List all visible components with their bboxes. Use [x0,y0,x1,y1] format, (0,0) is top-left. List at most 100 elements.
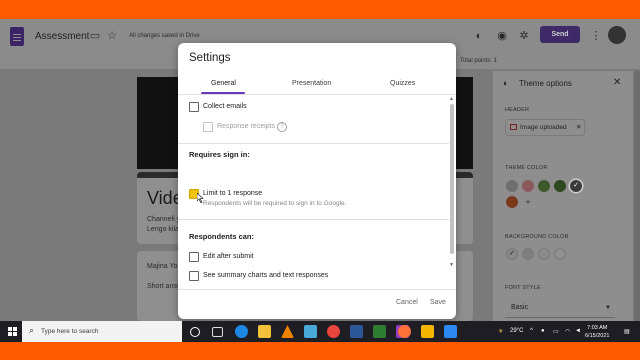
weather-icon[interactable]: ☀ [498,328,503,335]
theme-color-swatch[interactable] [554,180,566,192]
image-icon [510,124,517,130]
settings-gear-icon[interactable]: ✲ [518,30,530,42]
tab-presentation[interactable]: Presentation [292,80,331,87]
font-style-select[interactable]: Basic ▼ [505,298,615,318]
dialog-title: Settings [189,52,231,64]
header-image-chip[interactable]: Image uploaded ✕ [505,119,585,136]
preview-eye-icon[interactable]: ◉ [496,30,508,42]
section-divider [178,219,449,220]
chrome-icon[interactable] [327,325,340,338]
star-icon[interactable]: ☆ [106,30,118,42]
app-icon[interactable] [304,325,317,338]
save-button[interactable]: Save [430,299,446,306]
windows-start-icon[interactable] [8,327,17,336]
app-icon[interactable] [444,325,457,338]
chevron-up-icon[interactable]: ^ [530,328,533,334]
top-frame-bar [0,0,640,19]
remove-chip-icon[interactable]: ✕ [576,120,581,135]
see-summary-checkbox[interactable] [189,271,199,281]
send-button[interactable]: Send [540,26,580,43]
bg-color-swatch[interactable] [538,248,550,260]
bg-color-swatch[interactable]: ✓ [506,248,518,260]
active-tab-indicator [201,92,245,94]
clock-date: 6/15/2021 [585,333,610,339]
theme-panel-title: Theme options [519,79,572,88]
total-points: Total points: 1 [460,58,498,64]
battery-icon[interactable]: ▭ [553,328,559,335]
scroll-thumb[interactable] [450,104,454,254]
cortana-icon[interactable] [190,327,200,337]
theme-color-swatch[interactable]: ✓ [570,180,582,192]
respondents-can-heading: Respondents can: [189,232,255,241]
bottom-frame-bar [0,342,640,360]
scroll-down-icon[interactable]: ▼ [449,262,454,268]
windows-taskbar: ⌕ Type here to search ☀ 29°C ^ ● ▭ ◠ ◄ 7… [0,321,640,342]
app-icon[interactable] [421,325,434,338]
firefox-icon[interactable] [398,325,411,338]
save-status: All changes saved in Drive [129,33,200,39]
dialog-scrollbar[interactable]: ▲ ▼ [449,96,455,270]
font-style-value: Basic [511,304,529,311]
limit-response-label: Limit to 1 response [203,190,263,197]
more-vert-icon[interactable]: ⋮ [590,30,602,42]
response-receipts-label: Response receipts [217,123,275,130]
bg-color-swatch[interactable] [554,248,566,260]
vlc-icon[interactable] [281,325,294,338]
section-divider [178,143,449,144]
notifications-icon[interactable]: ▤ [624,328,630,335]
page-scrollbar[interactable] [634,71,640,321]
people-icon[interactable]: ● [541,328,545,334]
avatar[interactable] [608,26,626,44]
cancel-button[interactable]: Cancel [396,299,418,306]
collect-emails-label: Collect emails [203,103,247,110]
form-description-line: Channeli y [147,216,181,223]
search-icon: ⌕ [29,325,35,335]
answer-placeholder: Short answ [147,283,183,290]
dropdown-arrow-icon: ▼ [605,305,611,311]
palette-icon[interactable]: ◐ [473,30,485,42]
theme-color-swatch[interactable] [522,180,534,192]
header-section-label: HEADER [505,107,530,113]
task-view-icon[interactable] [212,327,223,337]
limit-response-hint: Respondents will be required to sign in … [203,200,347,207]
taskbar-clock[interactable]: 7:03 AM 6/15/2021 [585,324,609,340]
theme-options-panel: ◐ Theme options ✕ HEADER Image uploaded … [493,71,633,321]
scroll-up-icon[interactable]: ▲ [449,96,454,102]
dialog-footer: Cancel Save [178,289,456,319]
collect-emails-checkbox[interactable] [189,102,199,112]
folder-icon[interactable]: ▭ [89,30,101,42]
photos-icon[interactable] [373,325,386,338]
file-explorer-icon[interactable] [258,325,271,338]
help-icon[interactable]: ? [277,122,287,132]
palette-icon: ◐ [503,78,509,88]
theme-color-swatch[interactable] [506,196,518,208]
theme-color-swatch[interactable] [506,180,518,192]
forms-editor: Assessment ▭ ☆ All changes saved in Driv… [0,19,640,321]
settings-dialog: Settings General Presentation Quizzes Co… [178,43,456,319]
volume-icon[interactable]: ◄ [575,328,581,334]
add-color-icon[interactable]: + [522,196,534,208]
chip-label: Image uploaded [520,124,567,131]
bg-color-swatch[interactable] [522,248,534,260]
mouse-cursor-icon [197,193,204,203]
tab-general[interactable]: General [211,80,236,87]
form-description-line: Lengo kila [147,226,179,233]
edit-after-submit-checkbox[interactable] [189,252,199,262]
theme-color-swatch[interactable] [538,180,550,192]
forms-logo-icon[interactable] [10,27,24,46]
edit-after-submit-label: Edit after submit [203,253,254,260]
close-icon[interactable]: ✕ [613,77,621,88]
theme-color-label: THEME COLOR [505,165,548,171]
font-style-label: FONT STYLE [505,285,541,291]
temperature[interactable]: 29°C [510,328,523,334]
word-icon[interactable] [350,325,363,338]
requires-sign-in-heading: Requires sign in: [189,150,250,159]
see-summary-label: See summary charts and text responses [203,272,329,279]
form-title[interactable]: Assessment [35,31,89,42]
bg-color-label: BACKGROUND COLOR [505,234,569,240]
edge-browser-icon[interactable] [235,325,248,338]
taskbar-search[interactable]: ⌕ Type here to search [22,321,182,342]
network-icon[interactable]: ◠ [565,328,570,335]
tab-quizzes[interactable]: Quizzes [390,80,415,87]
response-receipts-checkbox [203,122,213,132]
